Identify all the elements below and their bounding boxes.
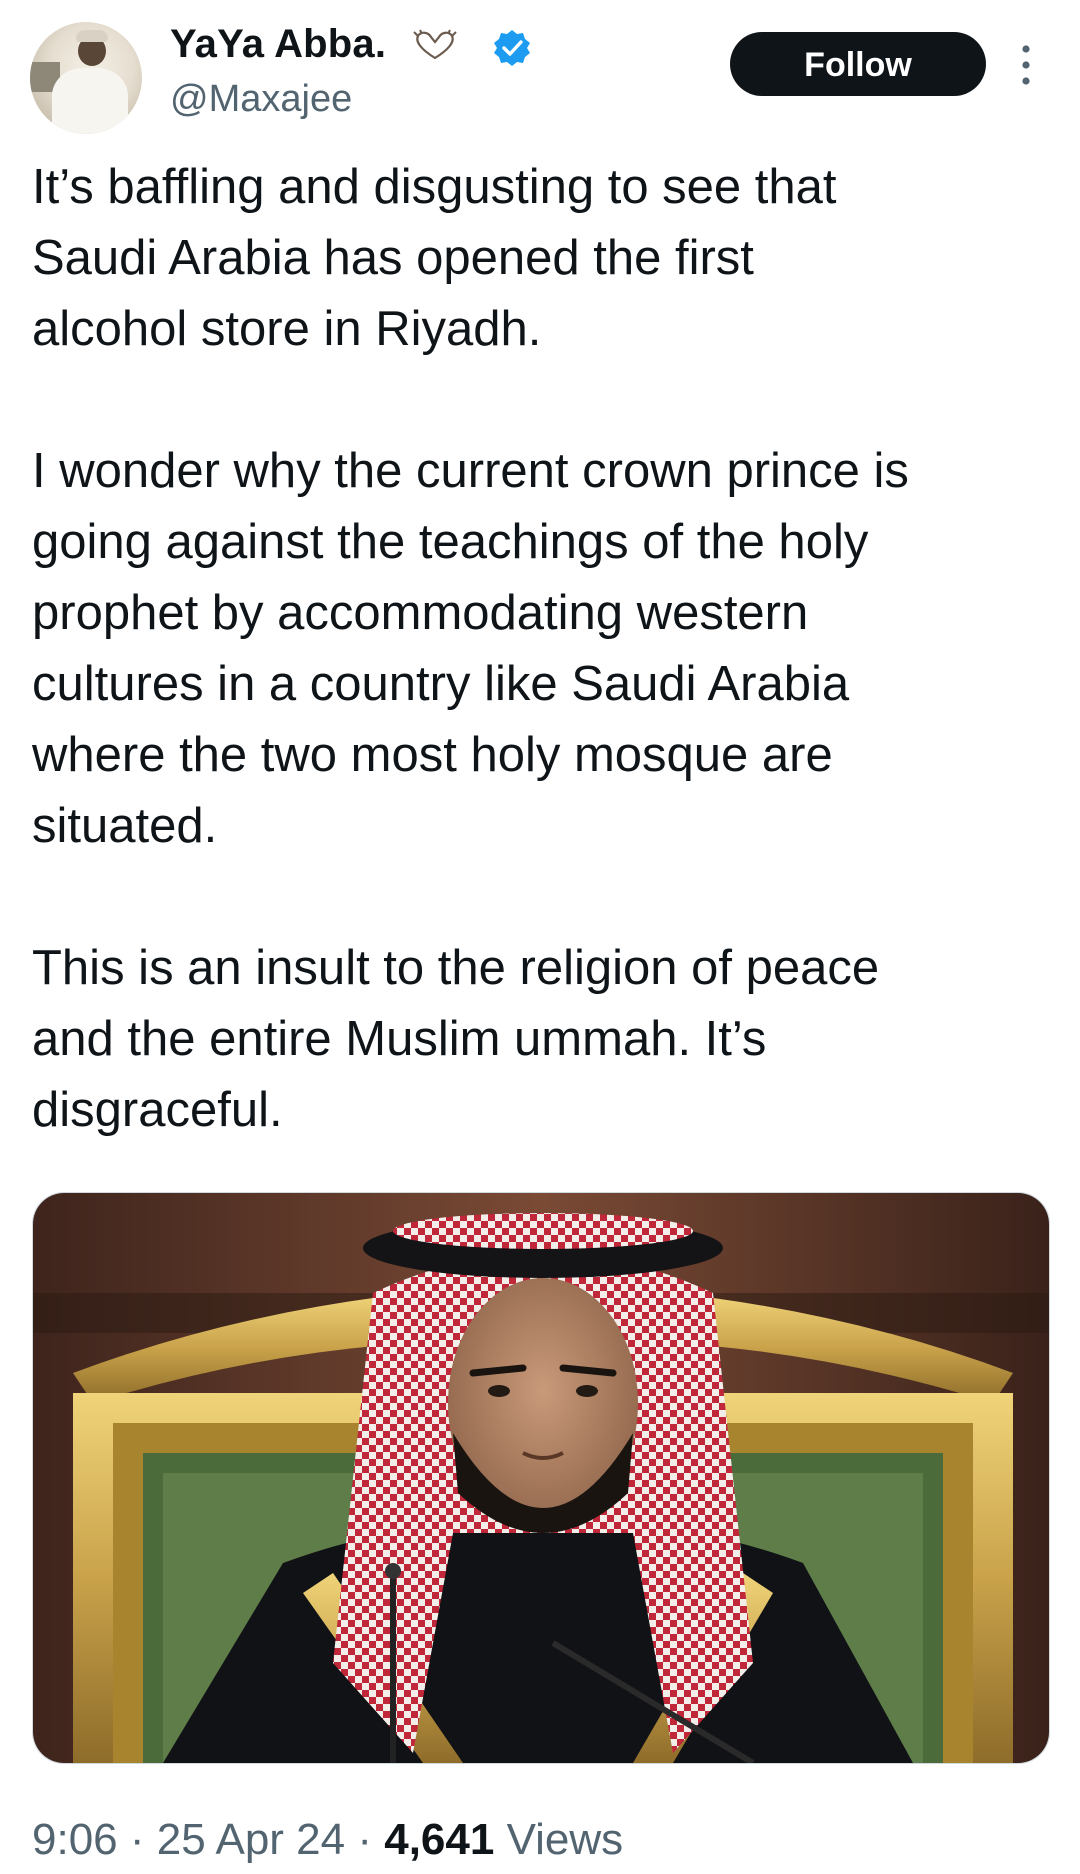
meta-separator: · (117, 1815, 157, 1864)
handle[interactable]: @Maxajee (170, 78, 352, 121)
tweet-date[interactable]: 25 Apr 24 (157, 1815, 345, 1864)
more-vertical-icon[interactable] (1016, 44, 1036, 86)
tweet-header: YaYa Abba. @Maxajee Follow (0, 0, 1080, 140)
tweet-image[interactable] (32, 1192, 1050, 1764)
tweet-photo (33, 1193, 1049, 1763)
tweet-meta: 9:06 · 25 Apr 24 · 4,641 Views (32, 1815, 623, 1865)
views-count[interactable]: 4,641 (384, 1815, 494, 1864)
display-name[interactable]: YaYa Abba. (170, 22, 386, 67)
heart-hands-icon (413, 29, 457, 60)
views-label: Views (494, 1815, 624, 1864)
verified-badge-icon (494, 30, 530, 66)
tweet-time[interactable]: 9:06 (32, 1815, 118, 1864)
avatar[interactable] (30, 22, 142, 134)
meta-separator: · (345, 1815, 385, 1864)
follow-button[interactable]: Follow (730, 32, 986, 96)
tweet-text: It’s baffling and disgusting to see that… (32, 160, 909, 1137)
